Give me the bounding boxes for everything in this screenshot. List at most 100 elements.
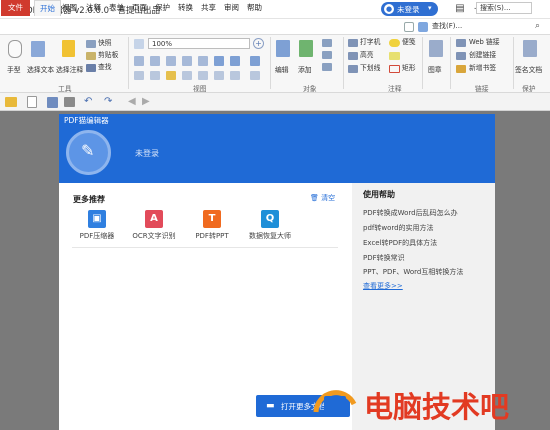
typewriter-button[interactable]: 打字机 bbox=[360, 38, 380, 47]
single-page-icon[interactable] bbox=[166, 56, 176, 66]
new-bookmark-button[interactable]: 新增书签 bbox=[469, 64, 496, 73]
clear-button[interactable]: 🗑 清空 bbox=[310, 193, 335, 203]
fullscreen-icon[interactable] bbox=[250, 71, 260, 80]
select-annotation-icon bbox=[62, 40, 75, 57]
attachments-icon[interactable] bbox=[198, 71, 208, 80]
tab-review[interactable]: 审阅 bbox=[219, 0, 244, 16]
settings-icon[interactable] bbox=[404, 22, 414, 32]
compress-icon: ▣ bbox=[88, 210, 106, 228]
edit-object-button[interactable]: 编辑 bbox=[275, 66, 289, 75]
back-icon[interactable]: ◀ bbox=[128, 96, 136, 108]
shape-object-icon[interactable] bbox=[322, 63, 332, 71]
highlight-icon bbox=[348, 52, 358, 60]
recommend-item-pdf-to-ppt[interactable]: T PDF转PPT bbox=[187, 210, 237, 241]
quick-access-toolbar: ↶ ↷ ◀ ▶ bbox=[0, 93, 550, 111]
find-link[interactable]: 查找(F)... bbox=[432, 21, 462, 31]
annotation-panel-icon[interactable] bbox=[166, 71, 176, 80]
signature-panel-icon[interactable] bbox=[214, 71, 224, 80]
recommend-item-pdf-compress[interactable]: ▣ PDF压缩器 bbox=[72, 210, 122, 241]
clipboard-button[interactable]: 剪贴板 bbox=[98, 51, 118, 60]
menu-bar bbox=[0, 19, 550, 35]
properties-icon[interactable] bbox=[230, 71, 240, 80]
redo-icon[interactable]: ↷ bbox=[104, 96, 112, 108]
login-status[interactable]: 未登录 bbox=[135, 148, 159, 159]
zoom-select[interactable]: 100% bbox=[148, 38, 250, 49]
tab-comment[interactable]: 注释 bbox=[81, 0, 106, 16]
layers-icon[interactable] bbox=[182, 71, 192, 80]
tab-view[interactable]: 视图 bbox=[57, 0, 82, 16]
hand-icon bbox=[8, 40, 22, 58]
continuous-icon[interactable] bbox=[198, 56, 208, 66]
trash-icon: 🗑 bbox=[310, 194, 319, 202]
sign-document-button[interactable]: 签名文档 bbox=[515, 66, 542, 75]
note-button[interactable]: 便笺 bbox=[402, 38, 416, 47]
underline-button[interactable]: 下划线 bbox=[360, 64, 380, 73]
recommend-title: 更多推荐 bbox=[73, 195, 105, 204]
find-icon bbox=[86, 64, 96, 72]
comment-group-label: 注释 bbox=[388, 85, 402, 93]
search-input[interactable]: 搜索(S)... bbox=[476, 2, 532, 14]
tab-convert[interactable]: 转换 bbox=[173, 0, 198, 16]
divider bbox=[343, 37, 344, 89]
two-page-icon[interactable] bbox=[182, 56, 192, 66]
web-link-button[interactable]: Web 链接 bbox=[469, 38, 500, 47]
help-link[interactable]: PDF转换成Word后乱码怎么办 bbox=[363, 208, 458, 218]
protect-group-label: 保护 bbox=[522, 85, 536, 93]
recommend-label: OCR文字识别 bbox=[132, 232, 176, 240]
recommend-item-data-recovery[interactable]: Q 数据恢复大师 bbox=[245, 210, 295, 241]
recommend-item-ocr[interactable]: A OCR文字识别 bbox=[128, 210, 180, 241]
highlight-button[interactable]: 高亮 bbox=[360, 51, 374, 60]
add-object-icon bbox=[299, 40, 313, 57]
fit-page-icon[interactable] bbox=[134, 56, 144, 66]
tab-page[interactable]: 页面 bbox=[127, 0, 152, 16]
forward-icon[interactable]: ▶ bbox=[142, 96, 150, 108]
watermark-logo bbox=[313, 390, 357, 416]
rotate-left-icon[interactable] bbox=[214, 56, 224, 66]
stamp-button[interactable]: 图章 bbox=[428, 66, 442, 75]
skin-icon[interactable]: ▤ bbox=[452, 2, 468, 16]
find-button[interactable]: 查找 bbox=[98, 63, 112, 72]
search-placeholder: 搜索(S)... bbox=[480, 4, 511, 12]
layout-icon[interactable] bbox=[418, 22, 428, 32]
save-icon[interactable] bbox=[47, 97, 58, 108]
image-object-icon[interactable] bbox=[322, 51, 332, 59]
snapshot-button[interactable]: 快照 bbox=[98, 39, 112, 48]
divider bbox=[72, 247, 338, 248]
add-object-button[interactable]: 添加 bbox=[298, 66, 312, 75]
rectangle-button[interactable]: 矩形 bbox=[402, 64, 416, 73]
pencil-icon[interactable] bbox=[389, 52, 400, 60]
refresh-icon[interactable] bbox=[250, 56, 260, 66]
more-help-link[interactable]: 查看更多>> bbox=[363, 281, 403, 291]
open-folder-icon[interactable] bbox=[5, 97, 17, 107]
hand-tool-button[interactable]: 手型 bbox=[7, 66, 21, 75]
rotate-right-icon[interactable] bbox=[230, 56, 240, 66]
print-icon[interactable] bbox=[64, 97, 75, 107]
text-box-icon[interactable] bbox=[322, 39, 332, 47]
select-text-button[interactable]: 选择文本 bbox=[27, 66, 54, 75]
typewriter-icon bbox=[348, 39, 358, 47]
search-icon[interactable]: ⌕ bbox=[535, 21, 540, 31]
help-link[interactable]: Excel转PDF的具体方法 bbox=[363, 238, 437, 248]
select-annotation-button[interactable]: 选择注释 bbox=[56, 66, 83, 75]
help-link[interactable]: PPT、PDF、Word互相转换方法 bbox=[363, 267, 463, 277]
zoom-in-icon[interactable]: + bbox=[253, 38, 264, 49]
user-account-button[interactable]: ● 未登录 ▾ bbox=[381, 2, 438, 16]
help-link[interactable]: PDF转换常识 bbox=[363, 253, 405, 263]
tab-protect[interactable]: 保护 bbox=[150, 0, 175, 16]
tab-form[interactable]: 表单 bbox=[104, 0, 129, 16]
create-link-button[interactable]: 创建链接 bbox=[469, 51, 496, 60]
help-link[interactable]: pdf转word的实用方法 bbox=[363, 223, 434, 233]
undo-icon[interactable]: ↶ bbox=[84, 96, 92, 108]
folder-icon: ▬ bbox=[266, 401, 275, 411]
new-file-icon[interactable] bbox=[27, 96, 37, 108]
tab-file[interactable]: 文件 bbox=[1, 0, 30, 16]
feather-icon: ✎ bbox=[81, 141, 95, 160]
thumbnail-icon[interactable] bbox=[150, 71, 160, 80]
tab-help[interactable]: 帮助 bbox=[242, 0, 267, 16]
tab-share[interactable]: 共享 bbox=[196, 0, 221, 16]
fit-width-icon[interactable] bbox=[150, 56, 160, 66]
start-panel-title: PDF猫编辑器 bbox=[64, 116, 109, 125]
bookmark-icon[interactable] bbox=[134, 71, 144, 80]
avatar[interactable]: ✎ bbox=[66, 130, 111, 175]
divider bbox=[422, 37, 423, 89]
